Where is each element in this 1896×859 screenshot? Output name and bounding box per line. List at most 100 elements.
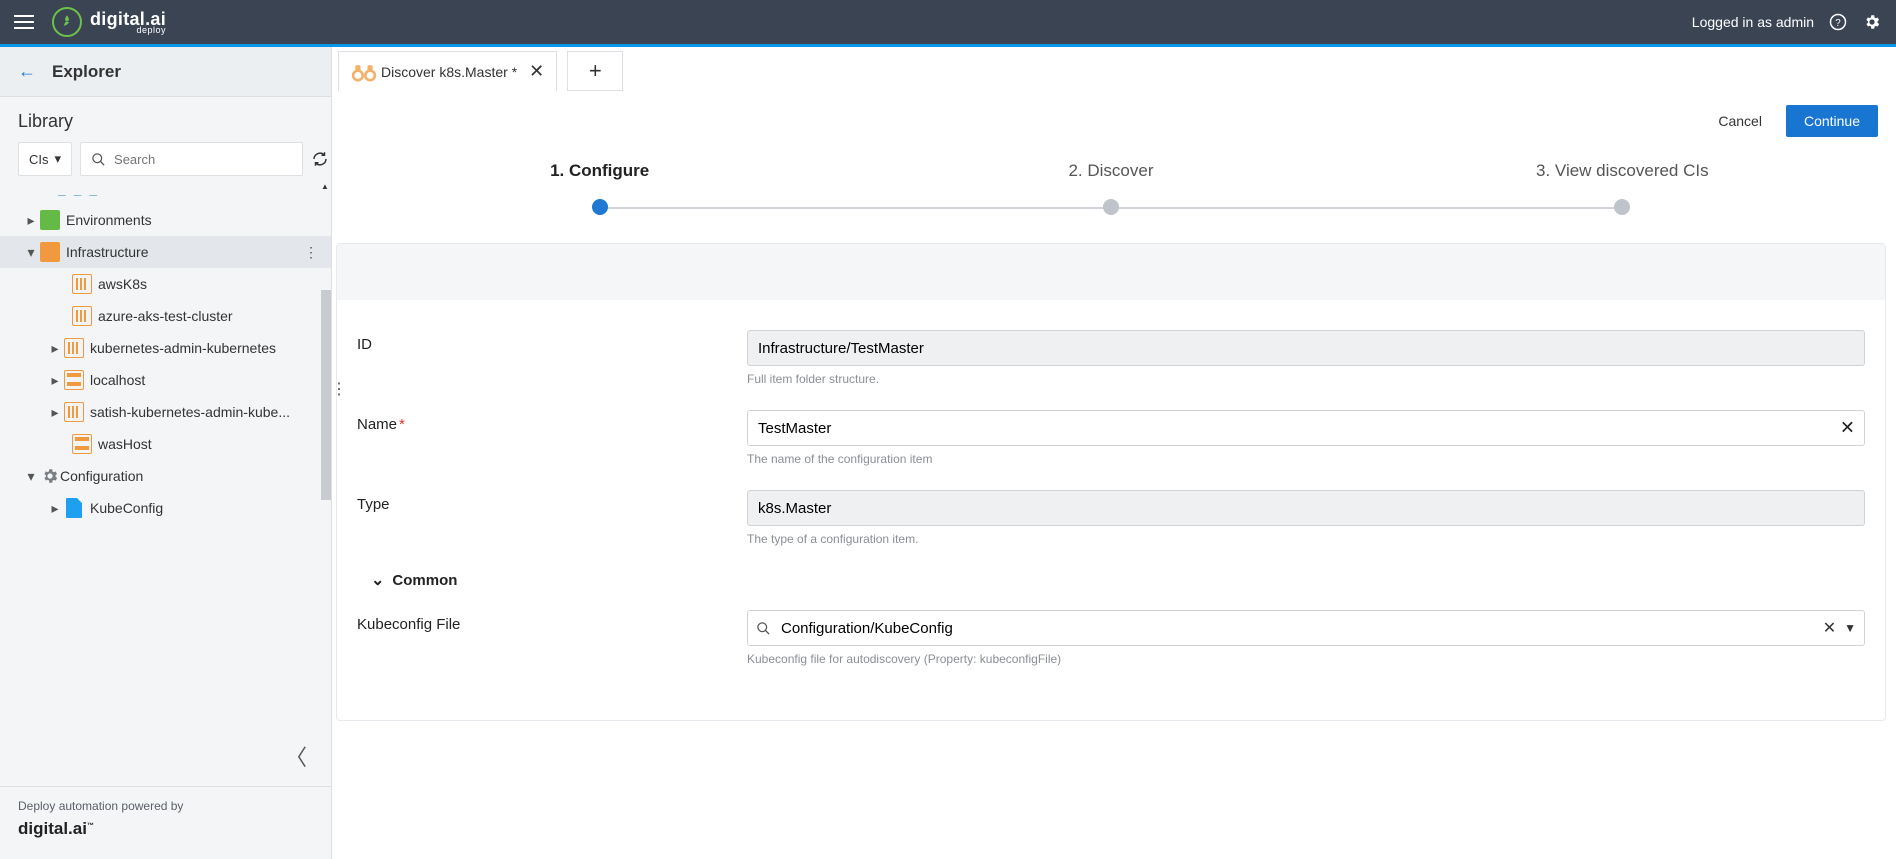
form-panel: ID Full item folder structure. Name* ✕: [336, 243, 1886, 721]
tree-node-washost[interactable]: wasHost: [0, 428, 331, 460]
id-label: ID: [357, 330, 747, 353]
tree-node-localhost[interactable]: ▸ localhost: [0, 364, 331, 396]
tree: ▲ – – – ▸ Environments ▾ Infrastructure …: [0, 182, 331, 736]
tree-label: wasHost: [98, 436, 321, 452]
host-icon: [64, 370, 84, 390]
caret-right-icon: ▸: [50, 340, 60, 357]
sidebar-title: Explorer: [52, 62, 121, 82]
step-label: 2. Discover: [855, 161, 1366, 181]
container-icon: [72, 274, 92, 294]
wizard-stepper: 1. Configure 2. Discover 3. View discove…: [344, 161, 1878, 215]
step-dot: [1614, 199, 1630, 215]
library-title: Library: [18, 111, 313, 132]
type-input: [747, 490, 1865, 526]
filter-dropdown[interactable]: CIs ▾: [18, 142, 72, 176]
sidebar-footer: Deploy automation powered by digital.ai™: [0, 786, 331, 859]
tree-node-environments[interactable]: ▸ Environments: [0, 204, 331, 236]
name-input[interactable]: [747, 410, 1865, 446]
new-tab-button[interactable]: +: [567, 51, 623, 91]
caret-down-icon: ▾: [26, 468, 36, 485]
tree-node-azure-aks[interactable]: azure-aks-test-cluster: [0, 300, 331, 332]
field-type: Type The type of a configuration item.: [357, 490, 1865, 546]
action-bar: Cancel Continue: [336, 101, 1886, 143]
resize-handle-icon[interactable]: ⋮: [331, 379, 347, 399]
menu-icon[interactable]: [14, 10, 38, 34]
tree-node-kubeconfig[interactable]: ▸ KubeConfig: [0, 492, 331, 524]
row-menu-icon[interactable]: ⋮: [301, 244, 321, 261]
section-label: Common: [392, 572, 457, 589]
caret-right-icon: ▸: [50, 500, 60, 517]
sidebar-header: ← Explorer: [0, 47, 331, 97]
scroll-up-icon[interactable]: ▲: [319, 182, 331, 194]
tree-label: kubernetes-admin-kubernetes: [90, 340, 321, 356]
binoculars-icon: [351, 61, 373, 83]
scrollbar-thumb[interactable]: [321, 290, 331, 500]
continue-button[interactable]: Continue: [1786, 105, 1878, 137]
close-icon[interactable]: ✕: [529, 61, 544, 82]
back-icon[interactable]: ←: [18, 61, 36, 82]
field-id: ID Full item folder structure.: [357, 330, 1865, 386]
field-kubeconfig: Kubeconfig File ✕ ▼ Kubeconfig file for …: [357, 610, 1865, 666]
tree-label: satish-kubernetes-admin-kube...: [90, 404, 321, 420]
help-icon[interactable]: ?: [1828, 12, 1848, 32]
panel-header: [337, 244, 1885, 300]
chevron-down-icon: ▾: [55, 151, 62, 167]
step-line: [599, 207, 1111, 209]
footer-brand: digital.ai: [18, 819, 87, 838]
settings-icon[interactable]: [1862, 12, 1882, 32]
tree-label: Configuration: [60, 468, 321, 484]
refresh-icon[interactable]: [311, 148, 329, 170]
search-icon: [756, 621, 771, 636]
cancel-button[interactable]: Cancel: [1708, 105, 1772, 137]
search-input-wrap[interactable]: [80, 142, 303, 176]
tab-bar: Discover k8s.Master * ✕ +: [332, 47, 1896, 91]
caret-down-icon: ▾: [26, 244, 36, 261]
environments-icon: [40, 210, 60, 230]
tree-label: azure-aks-test-cluster: [98, 308, 321, 324]
tree-node-awsK8s[interactable]: awsK8s: [0, 268, 331, 300]
kubeconfig-combo[interactable]: ✕ ▼: [747, 610, 1865, 646]
chevron-down-icon: ⌄: [371, 570, 384, 590]
chevron-down-icon[interactable]: ▼: [1844, 621, 1856, 635]
step-line: [1111, 207, 1623, 209]
container-icon: [64, 338, 84, 358]
clear-icon[interactable]: ✕: [1840, 418, 1855, 439]
app-header: digital.ai deploy Logged in as admin ?: [0, 0, 1896, 44]
brand-logo[interactable]: digital.ai deploy: [52, 7, 166, 37]
name-help: The name of the configuration item: [747, 452, 1865, 466]
filter-label: CIs: [29, 152, 49, 167]
tree-node-satish[interactable]: ▸ satish-kubernetes-admin-kube...: [0, 396, 331, 428]
id-input: [747, 330, 1865, 366]
kubeconfig-help: Kubeconfig file for autodiscovery (Prope…: [747, 652, 1865, 666]
type-help: The type of a configuration item.: [747, 532, 1865, 546]
kubeconfig-label: Kubeconfig File: [357, 610, 747, 633]
id-help: Full item folder structure.: [747, 372, 1865, 386]
drag-dots: – – –: [58, 186, 331, 202]
caret-right-icon: ▸: [50, 404, 60, 421]
host-icon: [72, 434, 92, 454]
step-label: 1. Configure: [344, 161, 855, 181]
name-label: Name*: [357, 410, 747, 433]
tree-label: KubeConfig: [90, 500, 321, 516]
container-icon: [72, 306, 92, 326]
section-common[interactable]: ⌄ Common: [371, 570, 1865, 590]
tab-discover-master[interactable]: Discover k8s.Master * ✕: [338, 51, 557, 91]
field-name: Name* ✕ The name of the configuration it…: [357, 410, 1865, 466]
search-icon: [91, 152, 106, 167]
search-input[interactable]: [112, 151, 292, 168]
tree-node-configuration[interactable]: ▾ Configuration: [0, 460, 331, 492]
caret-right-icon: ▸: [50, 372, 60, 389]
step-dot: [1103, 199, 1119, 215]
tree-label: Infrastructure: [66, 244, 301, 260]
gear-icon: [40, 466, 60, 486]
tree-node-infrastructure[interactable]: ▾ Infrastructure ⋮: [0, 236, 331, 268]
tree-label: localhost: [90, 372, 321, 388]
collapse-sidebar-icon[interactable]: 〈: [285, 740, 307, 772]
tree-node-kube-admin[interactable]: ▸ kubernetes-admin-kubernetes: [0, 332, 331, 364]
caret-right-icon: ▸: [26, 212, 36, 229]
clear-icon[interactable]: ✕: [1823, 618, 1836, 638]
main: ⋮ Discover k8s.Master * ✕ + Cancel Conti…: [332, 47, 1896, 859]
type-label: Type: [357, 490, 747, 513]
infrastructure-icon: [40, 242, 60, 262]
kubeconfig-input[interactable]: [779, 619, 1815, 638]
